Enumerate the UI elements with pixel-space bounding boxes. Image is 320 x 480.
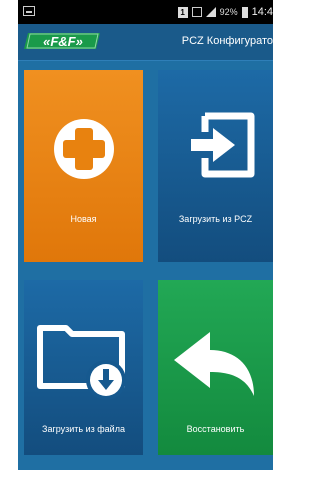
app-bar: «F&F» PCZ Конфигурато <box>18 24 273 61</box>
folder-download-icon <box>37 325 126 400</box>
new-config-tile[interactable]: Новая <box>24 70 143 262</box>
status-icons: 1 92% 14:4 <box>177 5 273 19</box>
svg-text:«F&F»: «F&F» <box>43 34 83 49</box>
import-icon <box>191 112 255 178</box>
load-from-pcz-label: Загрузить из PCZ <box>178 214 253 224</box>
sim-slot-icon: 1 <box>177 6 188 18</box>
status-bar: 1 92% 14:4 <box>18 0 273 24</box>
signal-icon <box>205 7 216 17</box>
undo-arrow-icon <box>174 332 254 396</box>
restore-tile[interactable]: Восстановить <box>158 280 273 455</box>
load-from-file-tile[interactable]: Загрузить из файла <box>24 280 143 455</box>
battery-percent: 92% <box>219 7 238 17</box>
load-from-file-label: Загрузить из файла <box>42 424 125 434</box>
restore-label: Восстановить <box>186 424 245 434</box>
clock: 14:4 <box>251 6 273 18</box>
load-from-pcz-tile[interactable]: Загрузить из PCZ <box>158 70 273 262</box>
new-config-label: Новая <box>70 214 97 224</box>
battery-icon <box>241 6 248 18</box>
ff-logo-icon: «F&F» <box>24 33 100 49</box>
app-screen: 1 92% 14:4 «F&F» PCZ Конфигурато Новая З… <box>18 0 273 470</box>
screenshot-notification-icon <box>23 6 35 16</box>
app-title: PCZ Конфигурато <box>181 35 273 47</box>
plus-icon <box>54 119 114 179</box>
brand-logo: «F&F» <box>24 31 102 51</box>
data-icon <box>191 7 202 17</box>
